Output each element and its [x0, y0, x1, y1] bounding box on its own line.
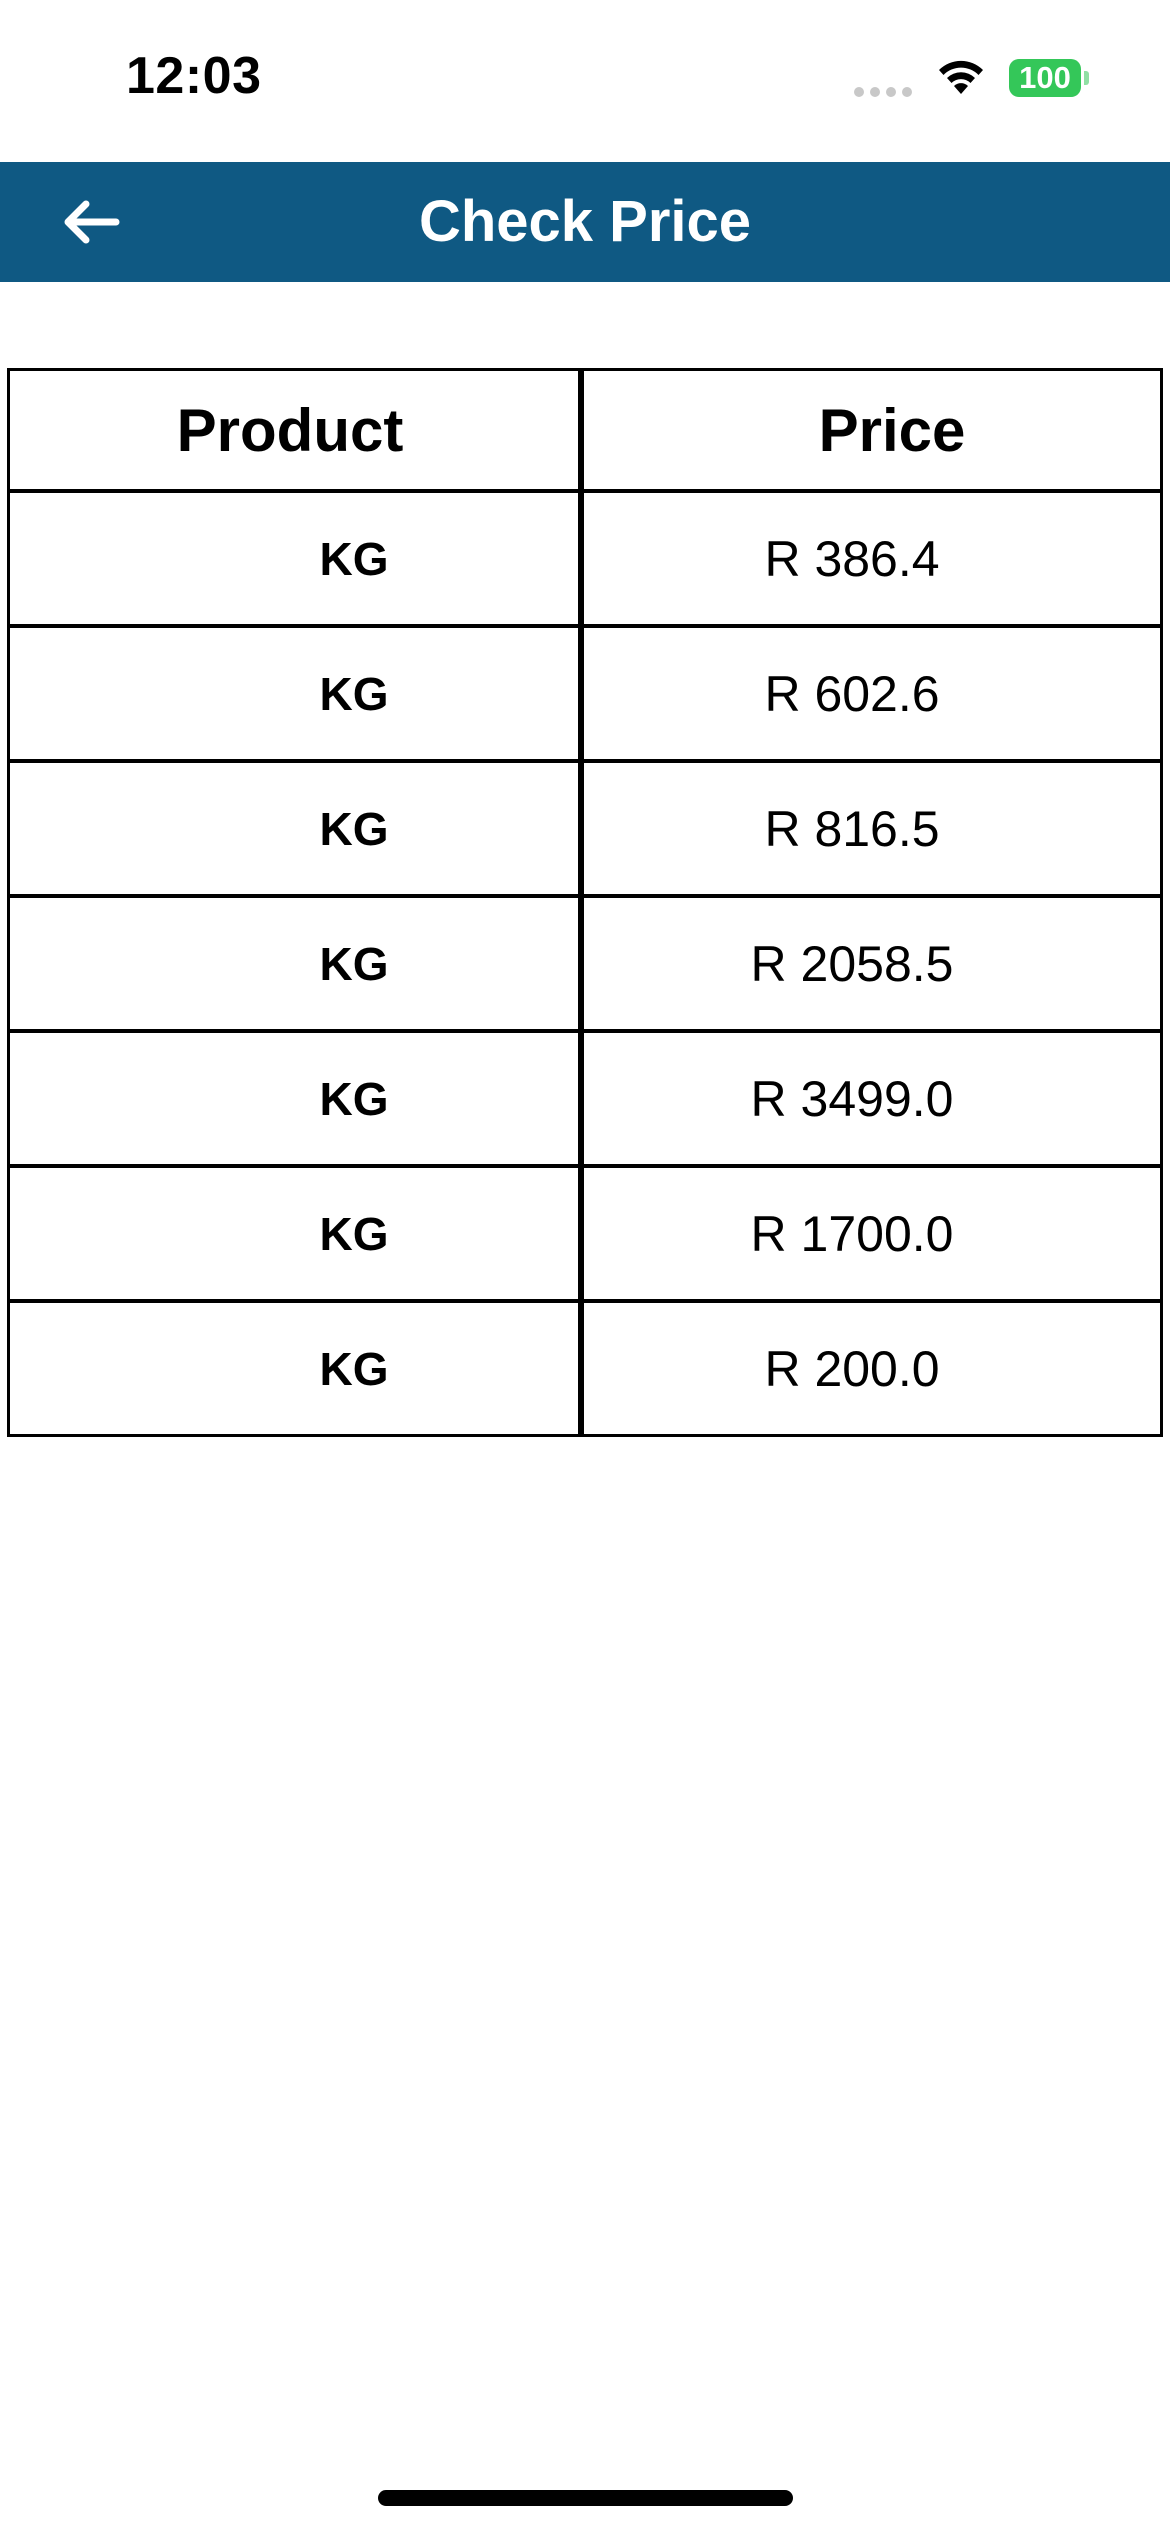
page-title: Check Price	[418, 189, 752, 254]
table-row: KG R 602.6	[10, 624, 1160, 759]
table-row: KG R 2058.5	[10, 894, 1160, 1029]
table-row: KG R 816.5	[10, 759, 1160, 894]
home-indicator[interactable]	[378, 2490, 793, 2506]
column-header-product: Product	[10, 371, 584, 489]
back-button[interactable]	[48, 182, 132, 262]
cellular-signal-icon	[854, 87, 912, 97]
table-row: KG R 386.4	[10, 489, 1160, 624]
product-cell: KG	[10, 628, 584, 759]
price-cell: R 602.6	[764, 665, 940, 722]
battery-level: 100	[1009, 59, 1081, 97]
product-cell: KG	[10, 1033, 584, 1164]
price-cell: R 386.4	[764, 530, 940, 587]
table-row: KG R 3499.0	[10, 1029, 1160, 1164]
price-cell: R 200.0	[764, 1340, 940, 1397]
battery-icon: 100	[1009, 59, 1089, 97]
arrow-left-icon	[64, 200, 120, 244]
app-header: Check Price	[0, 162, 1170, 282]
price-cell: R 3499.0	[750, 1070, 954, 1127]
table-row: KG R 1700.0	[10, 1164, 1160, 1299]
product-cell: KG	[10, 1168, 584, 1299]
table-header-row: Product Price	[10, 371, 1160, 489]
price-table: Product Price KG R 386.4 KG R 602.6 KG R…	[7, 368, 1163, 1437]
wifi-icon	[939, 60, 983, 94]
table-row: KG R 200.0	[10, 1299, 1160, 1434]
product-cell: KG	[10, 1303, 584, 1434]
price-cell: R 1700.0	[750, 1205, 954, 1262]
product-cell: KG	[10, 898, 584, 1029]
price-cell: R 816.5	[764, 800, 940, 857]
price-cell: R 2058.5	[750, 935, 954, 992]
product-cell: KG	[10, 763, 584, 894]
status-time: 12:03	[126, 47, 262, 105]
column-header-price: Price	[818, 396, 966, 464]
battery-nub	[1084, 71, 1089, 85]
product-cell: KG	[10, 493, 584, 624]
status-bar: 12:03 100	[0, 0, 1170, 160]
